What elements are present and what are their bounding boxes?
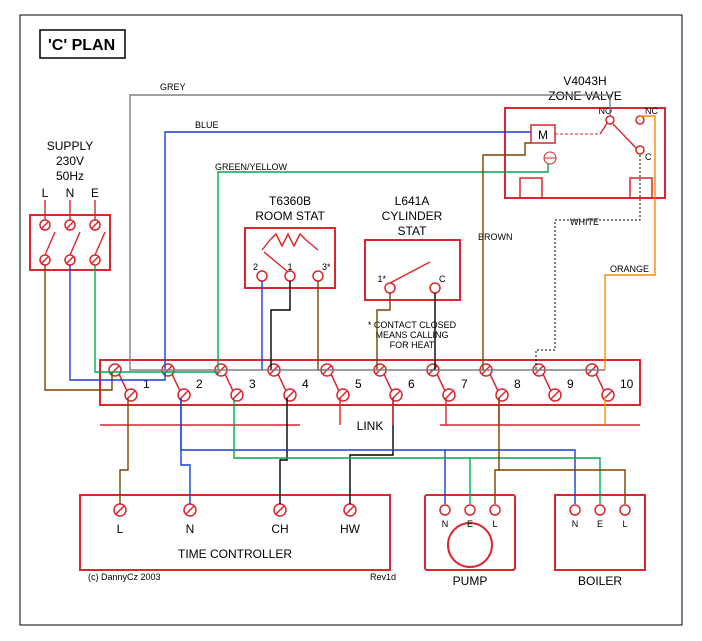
rs-t1: 1 [287,262,292,272]
cyl-note1: * CONTACT CLOSED [368,320,457,330]
zone-valve-label: ZONE VALVE [548,89,622,103]
pump-label: PUMP [453,574,488,588]
title-text: 'C' PLAN [48,37,115,54]
junction-num-6: 6 [408,377,415,391]
supply-N: N [66,186,75,200]
time-controller-block: TIME CONTROLLER L N CH HW [80,495,390,570]
NC: NC [645,106,658,116]
boiler-L: L [622,519,627,529]
junction-num-4: 4 [302,377,309,391]
boiler-label: BOILER [578,574,622,588]
room-stat-model: T6360B [269,194,311,208]
cyl-note2: MEANS CALLING [375,330,448,340]
junction-num-1: 1 [143,377,150,391]
junction-num-9: 9 [567,377,574,391]
room-stat-block: T6360B ROOM STAT 2 1 3* [245,194,335,288]
tc-HW: HW [340,522,361,536]
cyl-t1: 1* [377,274,386,284]
cyl-tC: C [439,274,446,284]
boiler-E: E [597,519,603,529]
label-blue: BLUE [195,120,219,130]
copyright: (c) DannyCz 2003 [88,572,161,582]
supply-L: L [42,186,49,200]
cylinder-stat-block: L641A CYLINDER STAT 1* C * CONTACT CLOSE… [365,194,460,350]
C: C [645,152,652,162]
supply-voltage: 230V [56,154,84,168]
supply-label: SUPPLY [47,139,93,153]
label-white: WHITE [570,217,599,227]
label-grey: GREY [160,82,186,92]
supply-block: SUPPLY 230V 50Hz L N E [30,139,110,270]
pump-N: N [442,519,449,529]
junction-num-2: 2 [196,377,203,391]
cyl-note3: FOR HEAT [390,340,435,350]
cyl-box [365,240,460,300]
zone-valve-block: V4043H ZONE VALVE M NO NC C [505,74,665,198]
cyl-label: CYLINDER [382,209,443,223]
motor-M: M [538,128,548,142]
junction-num-8: 8 [514,377,521,391]
tc-label: TIME CONTROLLER [178,547,292,561]
pump-block: N E L PUMP [425,495,515,588]
label-orange: ORANGE [610,264,649,274]
tc-N: N [186,522,195,536]
cyl-model: L641A [395,194,430,208]
boiler-N: N [572,519,579,529]
rs-t3: 3* [322,262,331,272]
junction-num-3: 3 [249,377,256,391]
rs-t2: 2 [253,262,258,272]
rev: Rev1d [370,572,396,582]
pump-E: E [467,519,473,529]
supply-E: E [91,186,99,200]
zone-valve-model: V4043H [563,74,606,88]
junction-num-10: 10 [620,377,634,391]
supply-freq: 50Hz [56,169,84,183]
label-green: GREEN/YELLOW [215,162,288,172]
pump-L: L [492,519,497,529]
wiring-diagram: 'C' PLAN SUPPLY 230V 50Hz L N E V4043H Z… [0,0,702,641]
junction-num-7: 7 [461,377,468,391]
tc-L: L [117,522,124,536]
cyl-label2: STAT [398,224,428,238]
room-stat-label: ROOM STAT [255,209,325,223]
junction-num-5: 5 [355,377,362,391]
boiler-block: N E L BOILER [555,495,645,588]
tc-CH: CH [271,522,288,536]
link-label: LINK [357,419,384,433]
